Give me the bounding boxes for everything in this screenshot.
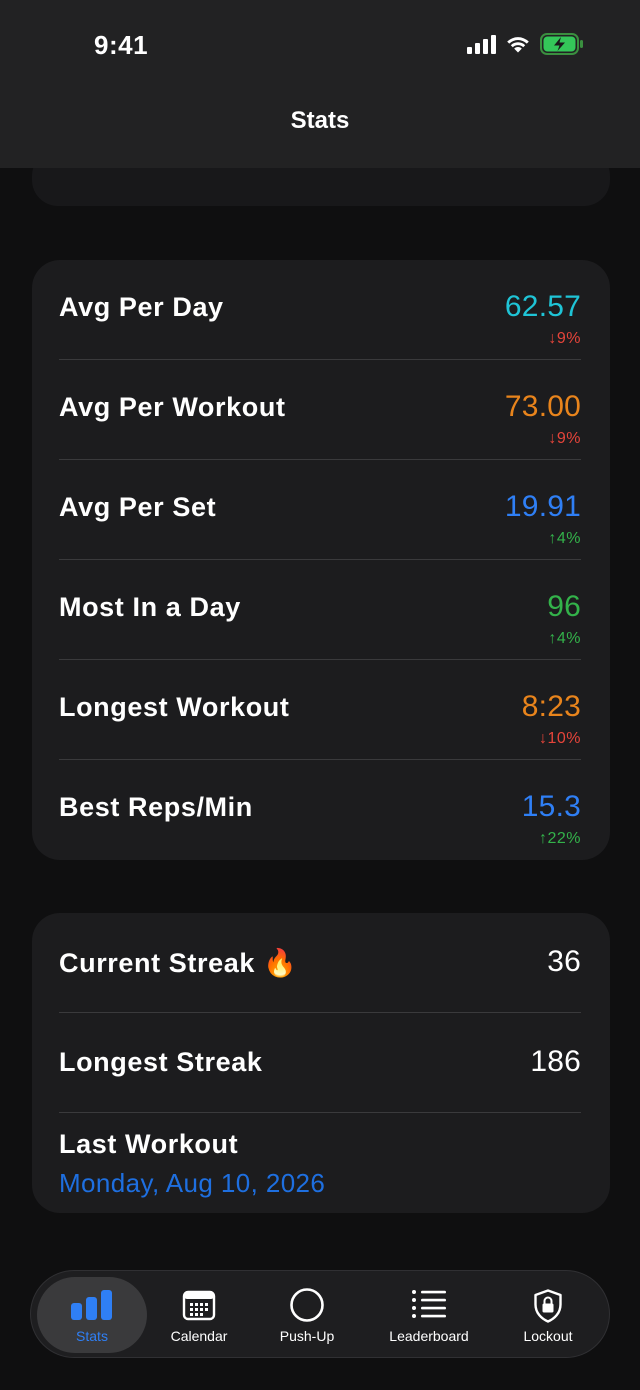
wifi-icon [505, 34, 531, 54]
stat-value: 62.57 [504, 290, 581, 323]
stat-change: ↑4% [548, 630, 581, 647]
list-icon [411, 1289, 447, 1324]
stats-card: Avg Per Day 62.57 ↓9% Avg Per Workout 73… [32, 260, 610, 860]
stat-value: 96 [547, 590, 581, 623]
status-time: 9:41 [94, 30, 149, 60]
stat-label: Most In a Day [59, 592, 241, 622]
tab-stats[interactable]: Stats [37, 1277, 147, 1353]
stat-value: 19.91 [504, 490, 581, 523]
cellular-signal-icon [467, 34, 496, 54]
battery-charging-icon [540, 33, 584, 55]
stat-label: Longest Workout [59, 692, 290, 722]
header: 9:41 Stats [0, 0, 640, 168]
current-streak-label: Current Streak 🔥 [59, 948, 298, 978]
longest-streak-label: Longest Streak [59, 1047, 263, 1077]
stat-change: ↓9% [548, 430, 581, 447]
stat-value: 15.3 [521, 790, 581, 823]
stat-label: Avg Per Day [59, 292, 224, 322]
last-workout-date: Monday, Aug 10, 2026 [59, 1168, 326, 1198]
stat-row-longest-workout: Longest Workout 8:23 ↓10% [59, 660, 581, 760]
stats-screen: 9:41 Stats Avg Per Day 62.57 ↓9% Avg Per… [0, 0, 640, 1390]
stat-change: ↑4% [548, 530, 581, 547]
status-icons [467, 33, 584, 55]
current-streak-row: Current Streak 🔥 36 [59, 913, 581, 1013]
tab-label: Leaderboard [389, 1328, 469, 1344]
stat-row-avg-per-set: Avg Per Set 19.91 ↑4% [59, 460, 581, 560]
stat-change: ↓10% [538, 730, 581, 747]
stat-row-most-in-a-day: Most In a Day 96 ↑4% [59, 560, 581, 660]
tab-label: Lockout [523, 1328, 573, 1344]
stat-value: 73.00 [504, 390, 581, 423]
stat-value: 8:23 [521, 690, 581, 723]
current-streak-value: 36 [547, 945, 581, 978]
stat-label: Avg Per Set [59, 492, 217, 522]
stat-row-best-reps-per-min: Best Reps/Min 15.3 ↑22% [59, 760, 581, 860]
page-title: Stats [290, 107, 350, 134]
stat-row-avg-per-day: Avg Per Day 62.57 ↓9% [59, 260, 581, 360]
calendar-icon [182, 1289, 216, 1326]
tab-label: Push-Up [279, 1328, 335, 1344]
longest-streak-value: 186 [530, 1045, 581, 1078]
tab-leaderboard[interactable]: Leaderboard [371, 1271, 487, 1359]
streak-card: Current Streak 🔥 36 Longest Streak 186 L… [32, 913, 610, 1213]
last-workout-label: Last Workout [59, 1129, 239, 1159]
stat-change: ↓9% [548, 330, 581, 347]
tab-label: Stats [76, 1328, 108, 1344]
tab-push-up[interactable]: Push-Up [261, 1271, 353, 1359]
tab-calendar[interactable]: Calendar [151, 1271, 247, 1359]
tab-lockout[interactable]: Lockout [501, 1271, 595, 1359]
longest-streak-row: Longest Streak 186 [59, 1013, 581, 1113]
tab-bar: Stats Calendar Push-Up Leaderboard Locko… [30, 1270, 610, 1358]
tab-label: Calendar [170, 1328, 228, 1344]
stat-change: ↑22% [538, 830, 581, 847]
stat-row-avg-per-workout: Avg Per Workout 73.00 ↓9% [59, 360, 581, 460]
lock-shield-icon [533, 1289, 563, 1328]
bar-chart-icon [70, 1289, 114, 1326]
circle-icon [289, 1288, 325, 1328]
stat-label: Avg Per Workout [59, 392, 286, 422]
stat-label: Best Reps/Min [59, 792, 253, 822]
